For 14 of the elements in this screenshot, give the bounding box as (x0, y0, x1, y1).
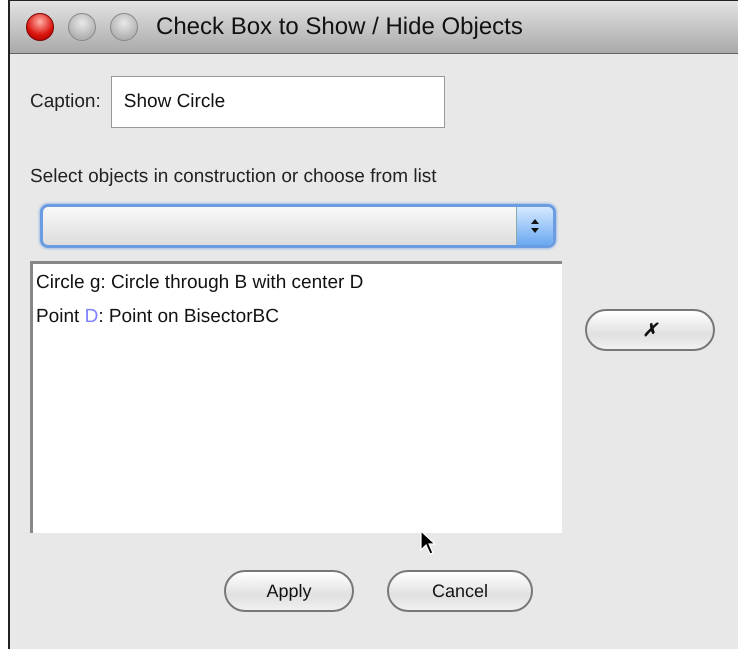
zoom-button[interactable] (110, 13, 138, 41)
apply-button[interactable]: Apply (224, 570, 354, 612)
close-button[interactable] (26, 13, 54, 41)
caption-field[interactable]: Show Circle (110, 76, 445, 128)
minimize-button[interactable] (68, 13, 96, 41)
remove-button[interactable]: ✗ (585, 309, 715, 351)
dropdown-arrows-icon (516, 207, 553, 245)
object-list-item[interactable]: Circle g: Circle through B with center D (36, 272, 559, 306)
window-title: Check Box to Show / Hide Objects (156, 13, 523, 41)
object-list-item[interactable]: Point D: Point on BisectorBC (36, 306, 559, 340)
caption-label: Caption: (30, 91, 101, 113)
cancel-button[interactable]: Cancel (387, 570, 533, 612)
object-dropdown[interactable] (40, 204, 556, 248)
instruction-text: Select objects in construction or choose from list (30, 166, 438, 188)
